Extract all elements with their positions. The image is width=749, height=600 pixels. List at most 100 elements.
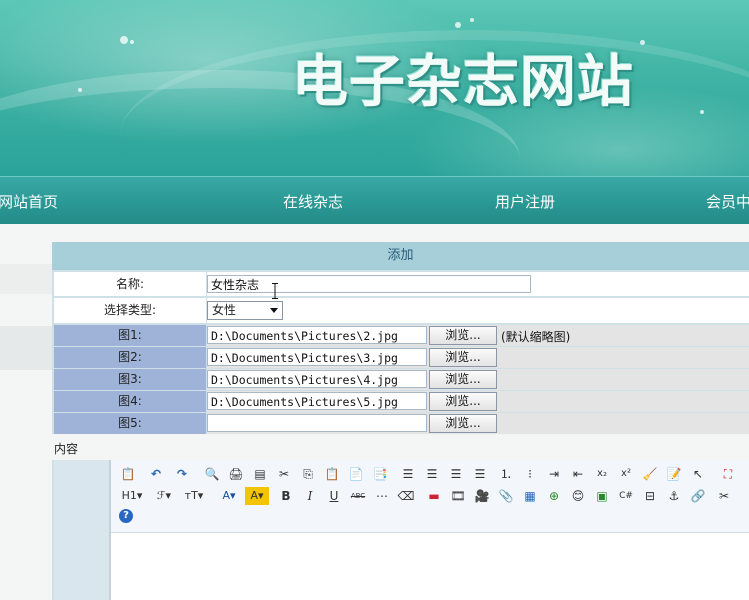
nav-online-magazine[interactable]: 在线杂志 <box>283 191 343 212</box>
cursor-icon[interactable]: ↖ <box>689 465 707 483</box>
font-family-dropdown[interactable]: ℱ▾ <box>151 487 177 505</box>
image-row: 图3: D:\Documents\Pictures\4.jpg 浏览... <box>52 369 749 390</box>
nav-member[interactable]: 会员中 <box>706 191 749 212</box>
image-row: 图2: D:\Documents\Pictures\3.jpg 浏览... <box>52 347 749 368</box>
attach-icon[interactable]: 📎 <box>497 487 515 505</box>
strikethrough-button[interactable]: ABC <box>349 487 367 505</box>
align-right-icon[interactable]: ☰ <box>447 465 465 483</box>
copy-icon[interactable]: ⎘ <box>299 465 317 483</box>
undo-icon[interactable]: ↶ <box>147 465 165 483</box>
image-label: 图1: <box>54 325 206 346</box>
left-strip <box>0 264 52 294</box>
subscript-icon[interactable]: x₂ <box>593 465 611 483</box>
type-label: 选择类型: <box>54 298 206 323</box>
unlink-icon[interactable]: ✂ <box>715 487 733 505</box>
editor-gutter <box>54 460 110 600</box>
help-icon[interactable]: ? <box>119 509 133 523</box>
link-icon[interactable]: 🔗 <box>689 487 707 505</box>
insert-row-icon[interactable]: ⊕ <box>545 487 563 505</box>
image-path-input[interactable]: D:\Documents\Pictures\4.jpg <box>207 370 427 388</box>
select-all-icon[interactable]: 📝 <box>665 465 683 483</box>
redo-icon[interactable]: ↷ <box>173 465 191 483</box>
browse-button[interactable]: 浏览... <box>429 414 497 433</box>
type-cell <box>207 298 749 323</box>
name-row: 名称: 女性杂志 <box>52 272 749 296</box>
browse-button[interactable]: 浏览... <box>429 348 497 367</box>
image-cell: 浏览... <box>207 413 749 434</box>
left-strip <box>0 326 52 370</box>
fullscreen-icon[interactable]: ⛶ <box>719 465 737 483</box>
nav-register[interactable]: 用户注册 <box>495 191 555 212</box>
image-path-input[interactable]: D:\Documents\Pictures\2.jpg <box>207 326 427 344</box>
image-icon[interactable]: ▬ <box>425 487 443 505</box>
banner-sparkle <box>470 18 474 22</box>
font-size-dropdown[interactable]: тT▾ <box>181 487 207 505</box>
clear-format-icon[interactable]: 🧹 <box>641 465 659 483</box>
browse-button[interactable]: 浏览... <box>429 326 497 345</box>
text-cursor-icon <box>272 283 278 299</box>
align-left-icon[interactable]: ☰ <box>399 465 417 483</box>
emoticon-icon[interactable]: 😊 <box>569 487 587 505</box>
heading-dropdown[interactable]: H1▾ <box>119 487 145 505</box>
paste-format-icon[interactable]: 📑 <box>371 465 389 483</box>
paste-text-icon[interactable]: 📄 <box>347 465 365 483</box>
paste-word-icon[interactable]: 📋 <box>119 465 137 483</box>
editor-body[interactable] <box>111 533 749 600</box>
align-center-icon[interactable]: ☰ <box>423 465 441 483</box>
cut-icon[interactable]: ✂ <box>275 465 293 483</box>
type-selected-value: 女性 <box>212 303 237 317</box>
image-row: 图5: 浏览... <box>52 413 749 434</box>
code-icon[interactable]: C# <box>617 487 635 505</box>
picture-icon[interactable]: ▣ <box>593 487 611 505</box>
anchor-icon[interactable]: ⚓ <box>665 487 683 505</box>
outdent-icon[interactable]: ⇤ <box>569 465 587 483</box>
image-cell: D:\Documents\Pictures\2.jpg 浏览... (默认缩略图… <box>207 325 749 346</box>
banner-sparkle <box>700 110 704 114</box>
banner-sparkle <box>120 36 128 44</box>
content-label: 内容 <box>54 442 79 456</box>
unordered-list-icon[interactable]: ⁝ <box>521 465 539 483</box>
image-path-input[interactable]: D:\Documents\Pictures\5.jpg <box>207 392 427 410</box>
image-path-input[interactable] <box>207 414 427 432</box>
editor-toolbar: 📋 ↶ ↷ 🔍 🖨 ▤ ✂ ⎘ 📋 📄 📑 ☰ ☰ ☰ ☰ ⒈ ⁝ ⇥ ⇤ x₂… <box>111 460 749 533</box>
image-cell: D:\Documents\Pictures\5.jpg 浏览... <box>207 391 749 412</box>
browse-button[interactable]: 浏览... <box>429 392 497 411</box>
indent-icon[interactable]: ⇥ <box>545 465 563 483</box>
italic-button[interactable]: I <box>301 487 319 505</box>
image-row: 图1: D:\Documents\Pictures\2.jpg 浏览... (默… <box>52 325 749 346</box>
eraser-icon[interactable]: ⌫ <box>397 487 415 505</box>
highlight-color-dropdown[interactable]: A▾ <box>245 487 269 505</box>
image-path-input[interactable]: D:\Documents\Pictures\3.jpg <box>207 348 427 366</box>
paste-icon[interactable]: 📋 <box>323 465 341 483</box>
template-icon[interactable]: ▤ <box>251 465 269 483</box>
banner-sparkle <box>130 40 134 44</box>
banner-sparkle <box>640 40 645 45</box>
justify-icon[interactable]: ☰ <box>471 465 489 483</box>
print-icon[interactable]: 🖨 <box>227 465 245 483</box>
nav-home[interactable]: 网站首页 <box>0 191 58 212</box>
underline-button[interactable]: U <box>325 487 343 505</box>
banner-sparkle <box>455 22 461 28</box>
browse-button[interactable]: 浏览... <box>429 370 497 389</box>
image-label: 图2: <box>54 347 206 368</box>
banner-sparkle <box>78 88 82 92</box>
image-cell: D:\Documents\Pictures\3.jpg 浏览... <box>207 347 749 368</box>
ordered-list-icon[interactable]: ⒈ <box>497 465 515 483</box>
dropdown-arrow-icon <box>270 308 278 313</box>
media-icon[interactable]: 🎥 <box>473 487 491 505</box>
image-label: 图3: <box>54 369 206 390</box>
content-row: 内容 <box>0 434 749 460</box>
preview-icon[interactable]: 🔍 <box>203 465 221 483</box>
table-icon[interactable]: ▦ <box>521 487 539 505</box>
bold-button[interactable]: B <box>277 487 295 505</box>
pagebreak-icon[interactable]: ⊟ <box>641 487 659 505</box>
image-label: 图4: <box>54 391 206 412</box>
font-color-dropdown[interactable]: A▾ <box>217 487 241 505</box>
flash-icon[interactable]: 🎞 <box>449 487 467 505</box>
superscript-icon[interactable]: x² <box>617 465 635 483</box>
type-select[interactable]: 女性 <box>207 301 283 320</box>
hr-icon[interactable]: ⋯ <box>373 487 391 505</box>
name-input[interactable]: 女性杂志 <box>207 275 531 293</box>
site-banner: 电子杂志网站 <box>0 0 749 176</box>
image-cell: D:\Documents\Pictures\4.jpg 浏览... <box>207 369 749 390</box>
